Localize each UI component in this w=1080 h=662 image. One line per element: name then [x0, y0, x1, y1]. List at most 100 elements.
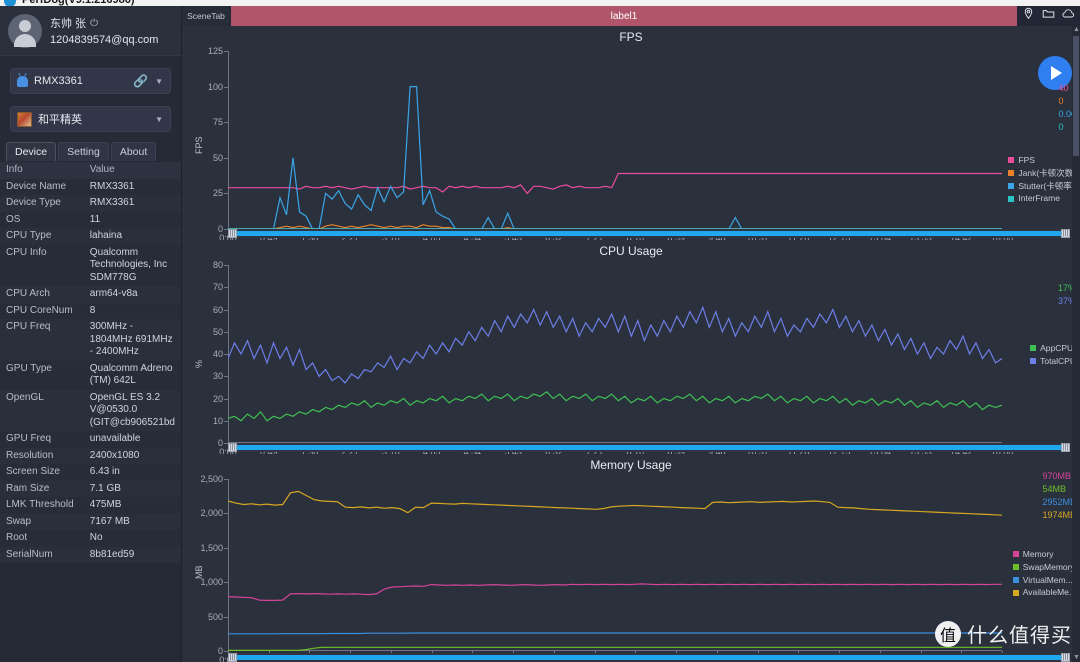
y-axis-label: MB — [194, 565, 204, 580]
fps-plot: 0 25 50 75 100 125 FPS 0:00 0:49 1:38 2:27 3:16 4:05… — [194, 46, 1013, 243]
memory-scroll-track[interactable] — [237, 655, 1061, 660]
legend-item[interactable]: SwapMemory — [1012, 561, 1076, 574]
memory-panel: Memory Usage 05001,0001,5002,0002,500MB0… — [182, 454, 1080, 662]
legend-item[interactable]: TotalCPU — [1030, 355, 1076, 368]
table-row: Device Type RMX3361 — [0, 195, 181, 212]
chart-readout: 54MB — [1042, 484, 1066, 495]
legend-item[interactable]: Stutter(卡顿率) — [1008, 180, 1076, 193]
y-tick-label: 50 — [212, 326, 223, 337]
chart-series-layer — [228, 85, 1002, 229]
info-key: LMK Threshold — [0, 497, 84, 514]
sidebar-tabs: Device Setting About — [0, 132, 181, 161]
table-row: LMK Threshold 475MB — [0, 497, 181, 514]
legend-label: Stutter(卡顿率) — [1018, 180, 1075, 191]
legend-swatch — [1030, 358, 1037, 365]
legend-item[interactable]: Memory — [1012, 548, 1076, 561]
scroll-up-icon[interactable]: ▲ — [1073, 26, 1080, 34]
location-pin-icon[interactable] — [1022, 7, 1035, 25]
legend-item[interactable]: AppCPU — [1030, 342, 1076, 355]
memory-hscrollbar[interactable]: ||| ||| — [228, 653, 1070, 662]
account-name: 东帅 张 — [50, 18, 87, 30]
legend-label: Jank(卡顿次数) — [1018, 167, 1076, 178]
cpu-plot: 0 10 20 30 40 50 60 70 80% 0:00 0:49 1:38 2:27 3:16 4:… — [194, 260, 1013, 457]
series-line — [228, 632, 1002, 635]
fps-hscrollbar[interactable]: ||| ||| — [228, 229, 1070, 238]
legend-swatch — [1012, 551, 1019, 558]
y-tick-label: 30 — [212, 371, 223, 382]
y-tick-label: 25 — [212, 188, 223, 199]
info-key: Swap — [0, 513, 84, 530]
tab-setting[interactable]: Setting — [58, 142, 109, 161]
power-icon[interactable]: ⏻ — [90, 18, 98, 29]
memory-plot: 05001,0001,5002,0002,500MB0:000:491:382:… — [194, 474, 1013, 662]
chart-series-layer — [228, 490, 1002, 651]
y-tick-label: 500 — [207, 611, 223, 622]
table-row: Root No — [0, 530, 181, 547]
table-row: OS 11 — [0, 211, 181, 228]
info-key: SerialNum — [0, 546, 84, 563]
folder-icon[interactable] — [1042, 7, 1055, 25]
info-value: 6.43 in — [83, 464, 181, 481]
app-select[interactable]: 和平精英 ▼ — [10, 106, 171, 132]
chart-readout: 2952MB — [1042, 497, 1076, 508]
label-tab[interactable]: label1 — [230, 6, 1018, 26]
y-tick-label: 80 — [212, 260, 223, 270]
fps-chart-title: FPS — [619, 30, 643, 44]
fps-scroll-track[interactable] — [237, 231, 1061, 236]
table-row: Screen Size 6.43 in — [0, 464, 181, 481]
table-header-row: Info Value — [0, 162, 181, 179]
y-tick-label: 50 — [212, 152, 223, 163]
scroll-down-icon[interactable]: ▼ — [1073, 654, 1080, 662]
tab-about[interactable]: About — [110, 142, 157, 161]
memory-scroll-grip-right[interactable]: ||| — [1061, 653, 1070, 662]
cpu-scroll-grip-left[interactable]: ||| — [228, 443, 237, 452]
table-row: CPU CoreNum 8 — [0, 302, 181, 319]
sidebar: 东帅 张 ⏻ 1204839574@qq.com RMX3361 🔗 ▼ 和平精… — [0, 6, 182, 662]
info-key: CPU Info — [0, 244, 84, 286]
cpu-scroll-track[interactable] — [237, 445, 1061, 450]
cpu-scroll-grip-right[interactable]: ||| — [1061, 443, 1070, 452]
device-info-table: Info Value Device Name RMX3361 Device Type… — [0, 162, 181, 563]
table-row: Resolution 2400x1080 — [0, 447, 181, 464]
legend-swatch — [1012, 576, 1019, 583]
fps-scroll-grip-left[interactable]: ||| — [228, 229, 237, 238]
page-vscrollbar[interactable]: ▲ ▼ — [1072, 26, 1080, 662]
vscroll-thumb[interactable] — [1073, 36, 1079, 156]
info-value: 7.1 GB — [83, 480, 181, 497]
info-key: Root — [0, 530, 84, 547]
legend-label: SwapMemory — [1022, 561, 1075, 572]
legend-swatch — [1008, 157, 1015, 164]
account-panel: 东帅 张 ⏻ 1204839574@qq.com — [0, 6, 181, 56]
tab-device[interactable]: Device — [6, 142, 57, 161]
table-row: Ram Size 7.1 GB — [0, 480, 181, 497]
play-icon — [1051, 66, 1062, 80]
legend-item[interactable]: AvailableMe... — [1012, 586, 1076, 599]
legend-swatch — [1008, 182, 1015, 189]
legend-item[interactable]: FPS — [1008, 154, 1076, 167]
legend-item[interactable]: Jank(卡顿次数) — [1008, 167, 1076, 180]
y-tick-label: 2,000 — [200, 508, 223, 519]
cpu-hscrollbar[interactable]: ||| ||| — [228, 443, 1070, 452]
usb-link-icon[interactable]: 🔗 — [133, 74, 148, 88]
device-select[interactable]: RMX3361 🔗 ▼ — [10, 68, 171, 94]
fps-scroll-grip-right[interactable]: ||| — [1061, 229, 1070, 238]
chevron-down-icon[interactable]: ▼ — [155, 115, 163, 124]
y-tick-label: 40 — [212, 349, 223, 359]
series-line — [228, 305, 1002, 384]
info-key: GPU Freq — [0, 431, 84, 448]
cloud-icon[interactable] — [1062, 7, 1076, 25]
legend-item[interactable]: InterFrame — [1008, 192, 1076, 205]
y-tick-label: 75 — [212, 117, 223, 128]
info-key: CPU Type — [0, 228, 84, 245]
memory-scroll-grip-left[interactable]: ||| — [228, 653, 237, 662]
memory-chart-title: Memory Usage — [590, 458, 672, 472]
y-tick-label: 125 — [207, 46, 223, 56]
top-icon-group — [1018, 6, 1080, 26]
scene-tab-button[interactable]: SceneTab — [182, 6, 230, 26]
legend-label: InterFrame — [1018, 193, 1060, 204]
legend-item[interactable]: VirtualMem... — [1012, 574, 1076, 587]
avatar-icon[interactable] — [8, 13, 42, 48]
app-select-value: 和平精英 — [38, 114, 82, 126]
memory-legend: Memory SwapMemory VirtualMem... AvailableMe… — [1012, 548, 1076, 599]
chevron-down-icon[interactable]: ▼ — [155, 77, 163, 86]
